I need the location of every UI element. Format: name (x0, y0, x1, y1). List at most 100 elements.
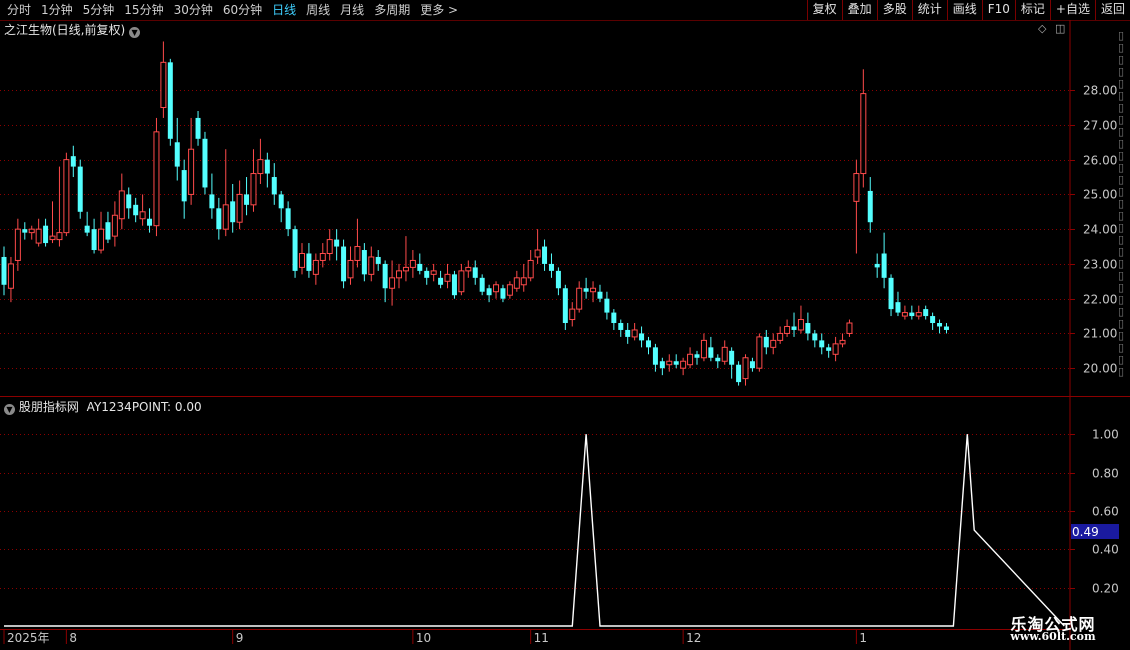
cursor-value-label: 0.49 (1072, 525, 1099, 539)
candle-body (244, 194, 250, 205)
candle-body (860, 93, 867, 175)
candle-body (430, 270, 437, 275)
candle-body (777, 332, 784, 341)
candle-body (222, 204, 229, 230)
candle-body (472, 267, 478, 278)
candle-body (98, 228, 105, 251)
candle-body (659, 361, 665, 369)
candle-body (49, 235, 56, 241)
candle-body (763, 336, 769, 348)
candle-body (680, 360, 687, 369)
candle-body (202, 138, 208, 188)
candle-body (396, 270, 403, 279)
candle-body (341, 246, 347, 282)
candle-body (590, 287, 597, 293)
candle-body (368, 256, 375, 275)
y-tick-label: 21.00 (1083, 327, 1117, 341)
candle-body (326, 239, 333, 254)
candle-body (937, 323, 943, 327)
x-tick-label: 9 (236, 631, 244, 645)
y-tick-label: 27.00 (1083, 119, 1117, 133)
candle-body (756, 336, 763, 369)
candle-body (70, 156, 76, 167)
candle-body (694, 354, 700, 358)
candle-body (465, 266, 472, 272)
candle-body (160, 61, 167, 109)
candle-body (715, 357, 721, 362)
candle-body (604, 298, 610, 313)
candle-body (666, 360, 673, 366)
indicator-line (4, 434, 1065, 627)
candle-body (195, 117, 201, 139)
candle-body (389, 277, 396, 289)
candle-body (749, 361, 755, 369)
candle-body (35, 228, 42, 244)
candle-body (444, 273, 451, 282)
candle-body (188, 148, 195, 195)
candle-body (493, 284, 500, 293)
candle-body (513, 277, 520, 289)
candle-body (943, 326, 949, 330)
candle-body (354, 246, 361, 261)
candle-body (133, 204, 139, 216)
candle-body (826, 347, 832, 351)
candle-body (625, 329, 631, 337)
candle-body (506, 284, 513, 296)
candle-body (930, 316, 936, 324)
y-tick-label: 20.00 (1083, 362, 1117, 376)
candle-body (230, 201, 236, 223)
x-tick-label: 1 (859, 631, 867, 645)
candle-body (174, 142, 180, 167)
candle-body (923, 309, 929, 317)
candle-body (729, 350, 735, 365)
candle-body (264, 159, 270, 174)
candle-body (631, 329, 638, 338)
candle-body (770, 339, 777, 348)
candle-body (402, 266, 409, 272)
candle-body (527, 259, 534, 279)
candle-body (285, 208, 291, 230)
candle-body (181, 170, 187, 202)
candle-body (298, 252, 305, 268)
candle-body (126, 194, 132, 209)
candle-body (721, 346, 728, 362)
candle-body (500, 288, 506, 299)
candle-body (784, 325, 791, 334)
candle-body (562, 288, 568, 324)
candle-body (312, 259, 319, 275)
candle-body (832, 343, 839, 355)
candle-body (867, 190, 873, 223)
candle-body (153, 131, 160, 227)
candle-body (28, 228, 35, 234)
y-tick-label: 26.00 (1083, 154, 1117, 168)
candle-body (895, 302, 901, 313)
candle-body (645, 340, 651, 348)
candle-body (639, 333, 645, 341)
candle-body (611, 312, 617, 324)
candle-body (736, 364, 742, 383)
candle-body (22, 229, 28, 233)
candle-body (271, 177, 277, 195)
candle-body (118, 190, 125, 220)
price-chart[interactable]: 20.00 21.00 22.00 23.00 24.00 25.00 26.00 27.00… (0, 0, 1130, 650)
candle-body (797, 319, 804, 331)
y-tick-label: 25.00 (1083, 188, 1117, 202)
candle-body (915, 312, 922, 317)
candle-body (618, 323, 624, 330)
candle-body (77, 166, 83, 212)
candle-body (548, 263, 554, 271)
y-tick-label: 0.20 (1092, 582, 1119, 596)
x-tick-label: 10 (416, 631, 431, 645)
candle-body (147, 218, 153, 226)
candle-body (458, 270, 465, 293)
candle-body (417, 263, 423, 271)
x-tick-label: 12 (686, 631, 701, 645)
candle-body (687, 353, 694, 366)
candle-body (1, 256, 7, 285)
candle-body (597, 291, 603, 299)
candle-body (673, 361, 679, 365)
candle-body (576, 287, 583, 310)
candle-body (14, 228, 21, 261)
candle-body (839, 339, 846, 345)
y-tick-label: 0.40 (1092, 543, 1119, 557)
